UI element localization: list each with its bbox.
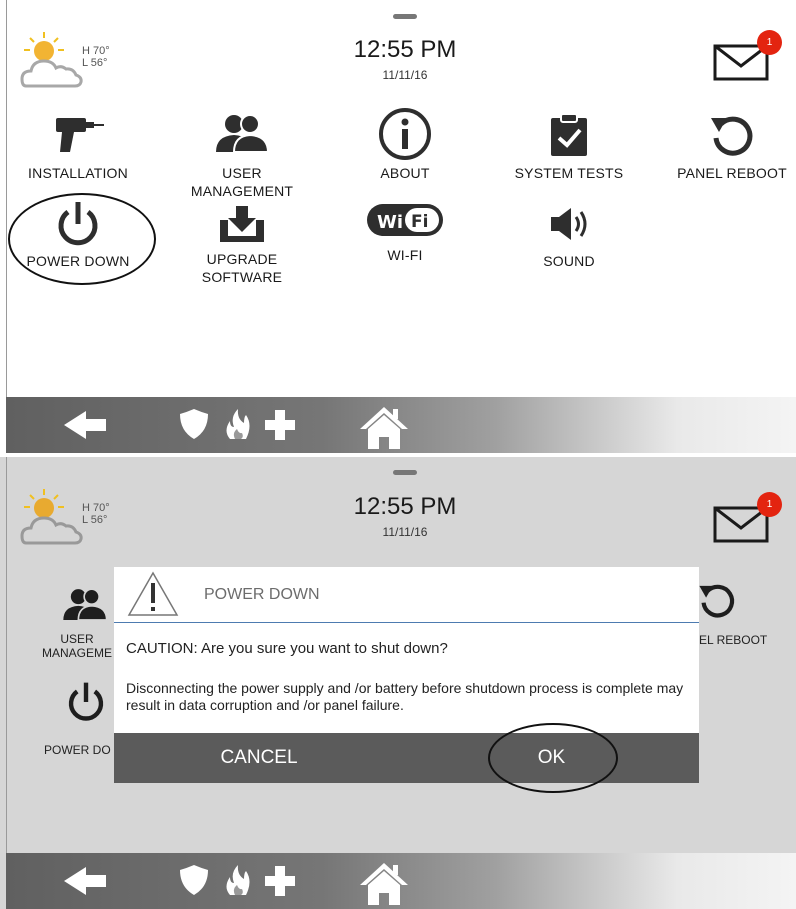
- speaker-icon: [494, 204, 644, 252]
- menu-item-sound[interactable]: SOUND: [494, 204, 644, 270]
- back-button[interactable]: [56, 397, 116, 453]
- messages-button[interactable]: 1: [712, 30, 782, 82]
- partly-cloudy-icon: [20, 32, 83, 88]
- warning-message: Disconnecting the power supply and /or b…: [126, 680, 684, 713]
- medical-button[interactable]: [260, 853, 300, 909]
- menu-item-user-management[interactable]: USER MANAGEMENT: [167, 112, 317, 200]
- security-shield-icon: [180, 865, 208, 895]
- highlight-circle-ok: [488, 723, 618, 793]
- frame-border: [6, 457, 7, 909]
- menu-item-user-management: USER MANAGEME: [41, 632, 112, 660]
- clock: 12:55 PM 11/11/16: [300, 36, 510, 82]
- security-shield-icon: [180, 409, 208, 439]
- current-date: 11/11/16: [382, 68, 428, 82]
- bottom-navbar: [6, 853, 796, 909]
- medical-button[interactable]: [260, 397, 300, 453]
- info-icon: [330, 106, 480, 164]
- back-arrow-icon: [64, 867, 106, 895]
- reboot-icon: [696, 579, 738, 623]
- security-button[interactable]: [174, 397, 214, 453]
- menu-item-panel-reboot[interactable]: PANEL REBOOT: [657, 112, 796, 182]
- partly-cloudy-icon: [20, 489, 83, 545]
- svg-text:Wi: Wi: [377, 212, 403, 233]
- users-icon: [60, 585, 110, 625]
- power-icon: [64, 679, 108, 725]
- menu-item-label: PANEL REBOOT: [677, 165, 787, 181]
- medical-cross-icon: [265, 866, 295, 896]
- fire-icon: [226, 409, 250, 439]
- forecast-low: L 56°: [82, 57, 108, 69]
- menu-item-panel-reboot: EL REBOOT: [699, 633, 768, 647]
- clock: 12:55 PM 11/11/16: [300, 493, 510, 539]
- menu-item-label: ABOUT: [380, 165, 430, 181]
- settings-screen: H 70° L 56° 12:55 PM 11/11/16 1 INSTALLA…: [0, 0, 796, 453]
- back-button[interactable]: [56, 853, 116, 909]
- forecast-high: H 70°: [82, 502, 110, 514]
- menu-item-label: SOUND: [543, 253, 595, 269]
- warning-triangle-icon: [127, 571, 179, 616]
- forecast-high: H 70°: [82, 45, 110, 57]
- bottom-navbar: [6, 397, 796, 453]
- drill-icon: [3, 112, 153, 164]
- menu-item-power-down: POWER DO: [44, 743, 111, 757]
- caution-message: CAUTION: Are you sure you want to shut d…: [126, 640, 448, 657]
- menu-item-upgrade-software[interactable]: UPGRADE SOFTWARE: [167, 204, 317, 286]
- menu-item-installation[interactable]: INSTALLATION: [3, 112, 153, 182]
- current-date: 11/11/16: [382, 525, 428, 539]
- power-down-confirm-screen: H 70° L 56° 12:55 PM 11/11/16 1 USER MAN…: [0, 457, 796, 909]
- download-tray-icon: [167, 204, 317, 250]
- dialog-header: POWER DOWN: [114, 567, 699, 623]
- clipboard-check-icon: [494, 112, 644, 164]
- weather-widget[interactable]: H 70° L 56°: [20, 487, 140, 547]
- message-count-badge: 1: [757, 30, 782, 55]
- highlight-circle-power-down: [8, 193, 156, 285]
- messages-button[interactable]: 1: [712, 492, 782, 544]
- medical-cross-icon: [265, 410, 295, 440]
- menu-item-about[interactable]: ABOUT: [330, 106, 480, 182]
- home-button[interactable]: [356, 397, 412, 453]
- menu-item-label: INSTALLATION: [28, 165, 128, 181]
- message-count-badge: 1: [757, 492, 782, 517]
- svg-text:Fi: Fi: [411, 212, 428, 232]
- menu-item-label: SYSTEM TESTS: [514, 165, 624, 181]
- security-button[interactable]: [174, 853, 214, 909]
- home-icon: [360, 863, 408, 905]
- pull-down-handle[interactable]: [393, 14, 417, 19]
- menu-item-label: USER MANAGEMENT: [190, 165, 294, 199]
- dialog-title: POWER DOWN: [204, 586, 320, 603]
- menu-item-wifi[interactable]: Wi Fi WI-FI: [330, 200, 480, 264]
- home-icon: [360, 407, 408, 449]
- fire-button[interactable]: [218, 397, 258, 453]
- pull-down-handle[interactable]: [393, 470, 417, 475]
- current-time: 12:55 PM: [353, 36, 457, 63]
- home-button[interactable]: [356, 853, 412, 909]
- current-time: 12:55 PM: [353, 493, 457, 520]
- back-arrow-icon: [64, 411, 106, 439]
- menu-item-label: UPGRADE SOFTWARE: [201, 251, 283, 285]
- wifi-logo-icon: Wi Fi: [330, 200, 480, 246]
- fire-button[interactable]: [218, 853, 258, 909]
- menu-item-label: WI-FI: [387, 247, 423, 263]
- users-icon: [167, 112, 317, 164]
- menu-item-system-tests[interactable]: SYSTEM TESTS: [494, 112, 644, 182]
- fire-icon: [226, 865, 250, 895]
- weather-widget[interactable]: H 70° L 56°: [20, 30, 140, 90]
- cancel-button[interactable]: CANCEL: [114, 733, 404, 783]
- forecast-low: L 56°: [82, 514, 108, 526]
- reboot-icon: [657, 112, 796, 164]
